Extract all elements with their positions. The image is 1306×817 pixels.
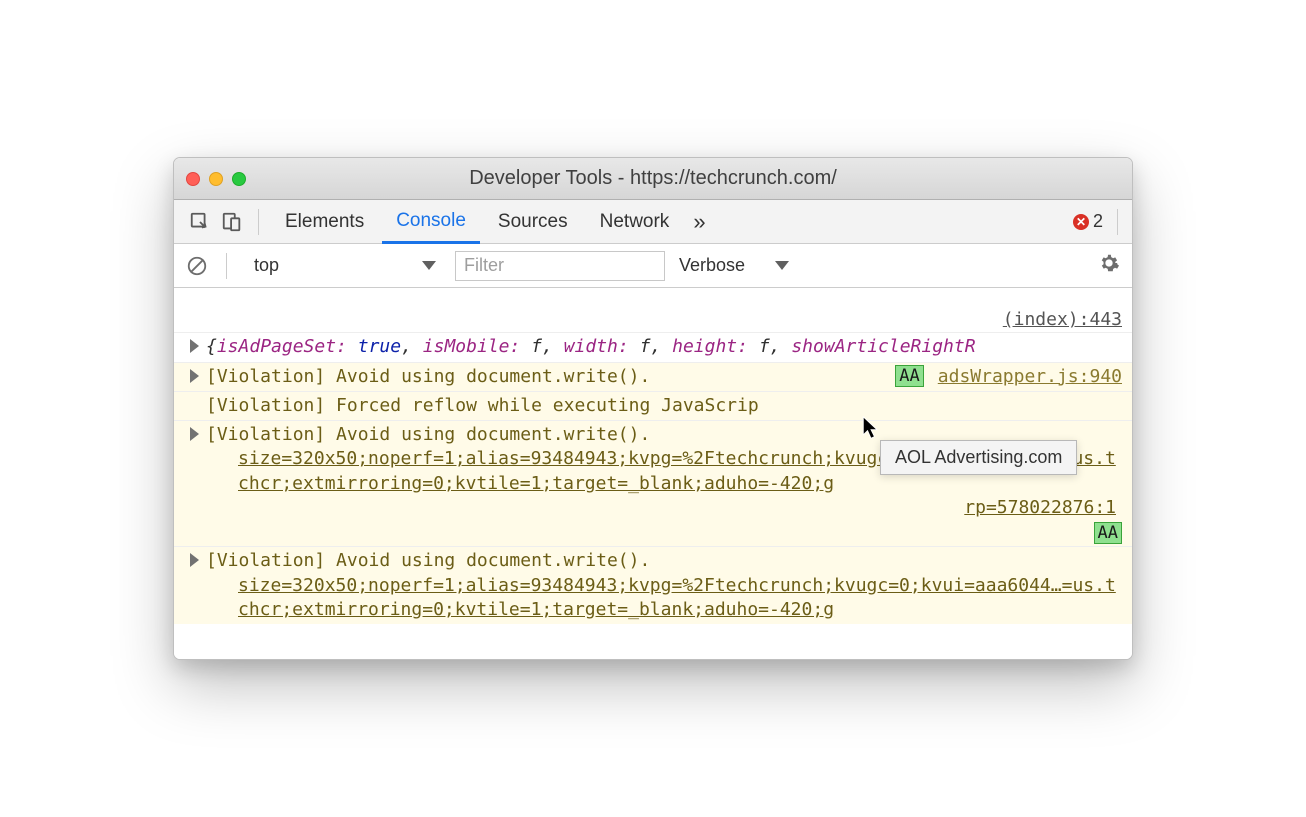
log-row-object: {isAdPageSet: true, isMobile: f, width: … bbox=[174, 332, 1132, 361]
violation-text: [Violation] Avoid using document.write()… bbox=[206, 550, 650, 571]
log-row-violation: [Violation] Avoid using document.write()… bbox=[174, 362, 1132, 391]
minimize-icon[interactable] bbox=[209, 172, 223, 186]
traffic-lights bbox=[186, 172, 246, 186]
window-title: Developer Tools - https://techcrunch.com… bbox=[174, 167, 1132, 190]
context-label: top bbox=[254, 255, 279, 276]
source-link[interactable]: adsWrapper.js:940 bbox=[938, 365, 1122, 389]
console-toolbar: top Verbose bbox=[174, 244, 1132, 288]
error-count: 2 bbox=[1093, 211, 1103, 232]
tab-network[interactable]: Network bbox=[586, 200, 684, 244]
inspect-icon[interactable] bbox=[186, 208, 214, 236]
violation-text: [Violation] Avoid using document.write()… bbox=[206, 424, 650, 445]
adparty-badge[interactable]: AA bbox=[1094, 522, 1122, 544]
source-link[interactable]: rp=578022876:1 bbox=[206, 496, 1122, 520]
devtools-window: Developer Tools - https://techcrunch.com… bbox=[173, 157, 1133, 660]
expand-icon[interactable] bbox=[190, 553, 199, 567]
expand-icon[interactable] bbox=[190, 369, 199, 383]
divider bbox=[226, 253, 227, 279]
maximize-icon[interactable] bbox=[232, 172, 246, 186]
adparty-badge[interactable]: AA bbox=[895, 365, 923, 387]
level-select[interactable]: Verbose bbox=[675, 255, 793, 276]
error-indicator[interactable]: ✕ 2 bbox=[1073, 211, 1103, 232]
source-link-row: (index):443 bbox=[174, 304, 1132, 332]
settings-icon[interactable] bbox=[1098, 252, 1120, 279]
tab-sources[interactable]: Sources bbox=[484, 200, 582, 244]
violation-text: [Violation] Avoid using document.write()… bbox=[206, 366, 650, 387]
chevron-down-icon bbox=[422, 261, 436, 270]
title-bar: Developer Tools - https://techcrunch.com… bbox=[174, 158, 1132, 200]
expand-icon[interactable] bbox=[190, 339, 199, 353]
tab-console[interactable]: Console bbox=[382, 200, 480, 244]
divider bbox=[258, 209, 259, 235]
console-output: (index):443 {isAdPageSet: true, isMobile… bbox=[174, 304, 1132, 659]
tab-elements[interactable]: Elements bbox=[271, 200, 378, 244]
close-icon[interactable] bbox=[186, 172, 200, 186]
ruler bbox=[174, 288, 1132, 304]
device-toggle-icon[interactable] bbox=[218, 208, 246, 236]
expand-icon[interactable] bbox=[190, 427, 199, 441]
tooltip: AOL Advertising.com bbox=[880, 440, 1077, 475]
context-select[interactable]: top bbox=[245, 251, 445, 281]
source-link[interactable]: (index):443 bbox=[1003, 309, 1122, 330]
clear-console-icon[interactable] bbox=[186, 255, 208, 277]
error-icon: ✕ bbox=[1073, 214, 1089, 230]
level-label: Verbose bbox=[679, 255, 745, 276]
more-tabs-icon[interactable]: » bbox=[687, 209, 711, 235]
chevron-down-icon bbox=[775, 261, 789, 270]
source-link[interactable]: size=320x50;noperf=1;alias=93484943;kvpg… bbox=[238, 575, 1116, 620]
log-row-violation: [Violation] Avoid using document.write()… bbox=[174, 546, 1132, 624]
log-row-violation: [Violation] Forced reflow while executin… bbox=[174, 391, 1132, 420]
tab-strip: Elements Console Sources Network » ✕ 2 bbox=[174, 200, 1132, 244]
divider bbox=[1117, 209, 1118, 235]
filter-input[interactable] bbox=[455, 251, 665, 281]
violation-text: [Violation] Forced reflow while executin… bbox=[206, 395, 759, 416]
